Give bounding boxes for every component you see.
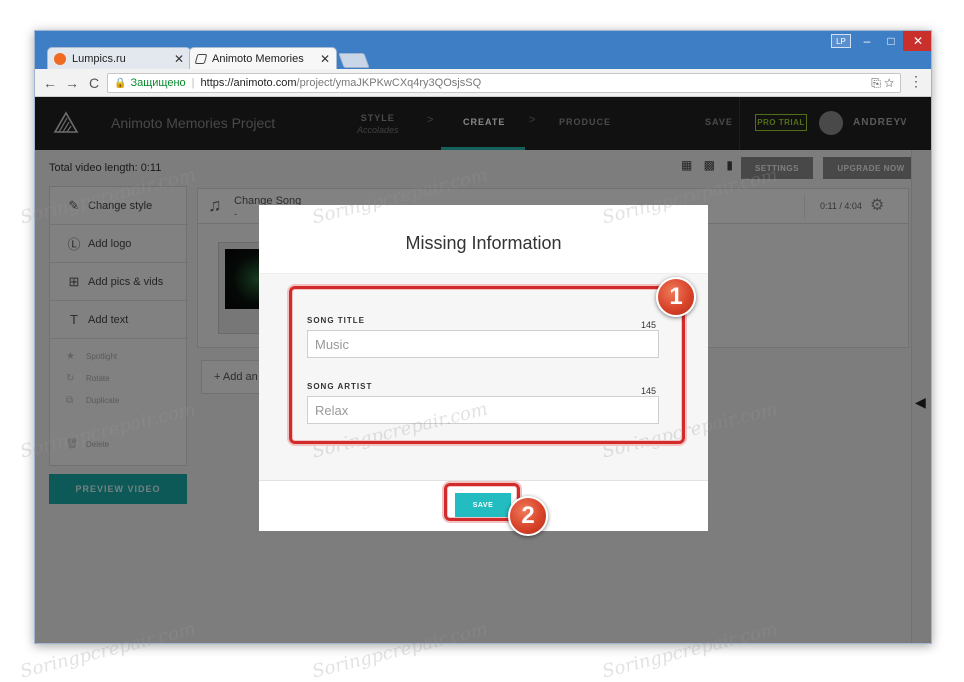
lumpics-favicon-icon — [54, 53, 66, 65]
address-separator: | — [191, 77, 195, 89]
tab-title: Animoto Memories — [212, 53, 304, 65]
forward-button[interactable]: → — [63, 74, 81, 92]
profile-badge[interactable]: LP — [831, 34, 851, 48]
bookmark-star-icon[interactable]: ⎘ ☆ — [871, 76, 894, 91]
step-marker-1: 1 — [656, 277, 696, 317]
browser-toolbar: ← → C 🔒 Защищено | https://animoto.com /… — [35, 69, 931, 97]
minimize-button[interactable]: – — [855, 31, 879, 51]
animoto-favicon-icon — [194, 54, 208, 64]
tab-lumpics[interactable]: Lumpics.ru ✕ — [47, 47, 191, 70]
secure-label: Защищено — [130, 77, 186, 89]
back-button[interactable]: ← — [41, 74, 59, 92]
tab-strip: Lumpics.ru ✕ Animoto Memories ✕ LP – □ ✕ — [35, 31, 931, 70]
reload-button[interactable]: C — [85, 74, 103, 92]
new-tab-button[interactable] — [338, 53, 370, 68]
url-path: /project/ymaJKPKwCXq4ry3QOsjsSQ — [296, 77, 482, 89]
dialog-title: Missing Information — [405, 233, 562, 253]
tab-title: Lumpics.ru — [72, 53, 126, 65]
tab-close-icon[interactable]: ✕ — [320, 52, 330, 66]
browser-menu-icon[interactable]: ⋮ — [907, 73, 925, 93]
lock-icon: 🔒 — [114, 77, 127, 89]
tab-close-icon[interactable]: ✕ — [174, 52, 184, 66]
step-marker-2: 2 — [508, 496, 548, 536]
tab-animoto[interactable]: Animoto Memories ✕ — [189, 47, 337, 70]
url-host: https://animoto.com — [200, 77, 297, 89]
highlight-box-fields — [289, 286, 685, 444]
close-window-button[interactable]: ✕ — [903, 31, 931, 51]
maximize-button[interactable]: □ — [879, 31, 903, 51]
address-bar[interactable]: 🔒 Защищено | https://animoto.com /projec… — [107, 73, 901, 93]
